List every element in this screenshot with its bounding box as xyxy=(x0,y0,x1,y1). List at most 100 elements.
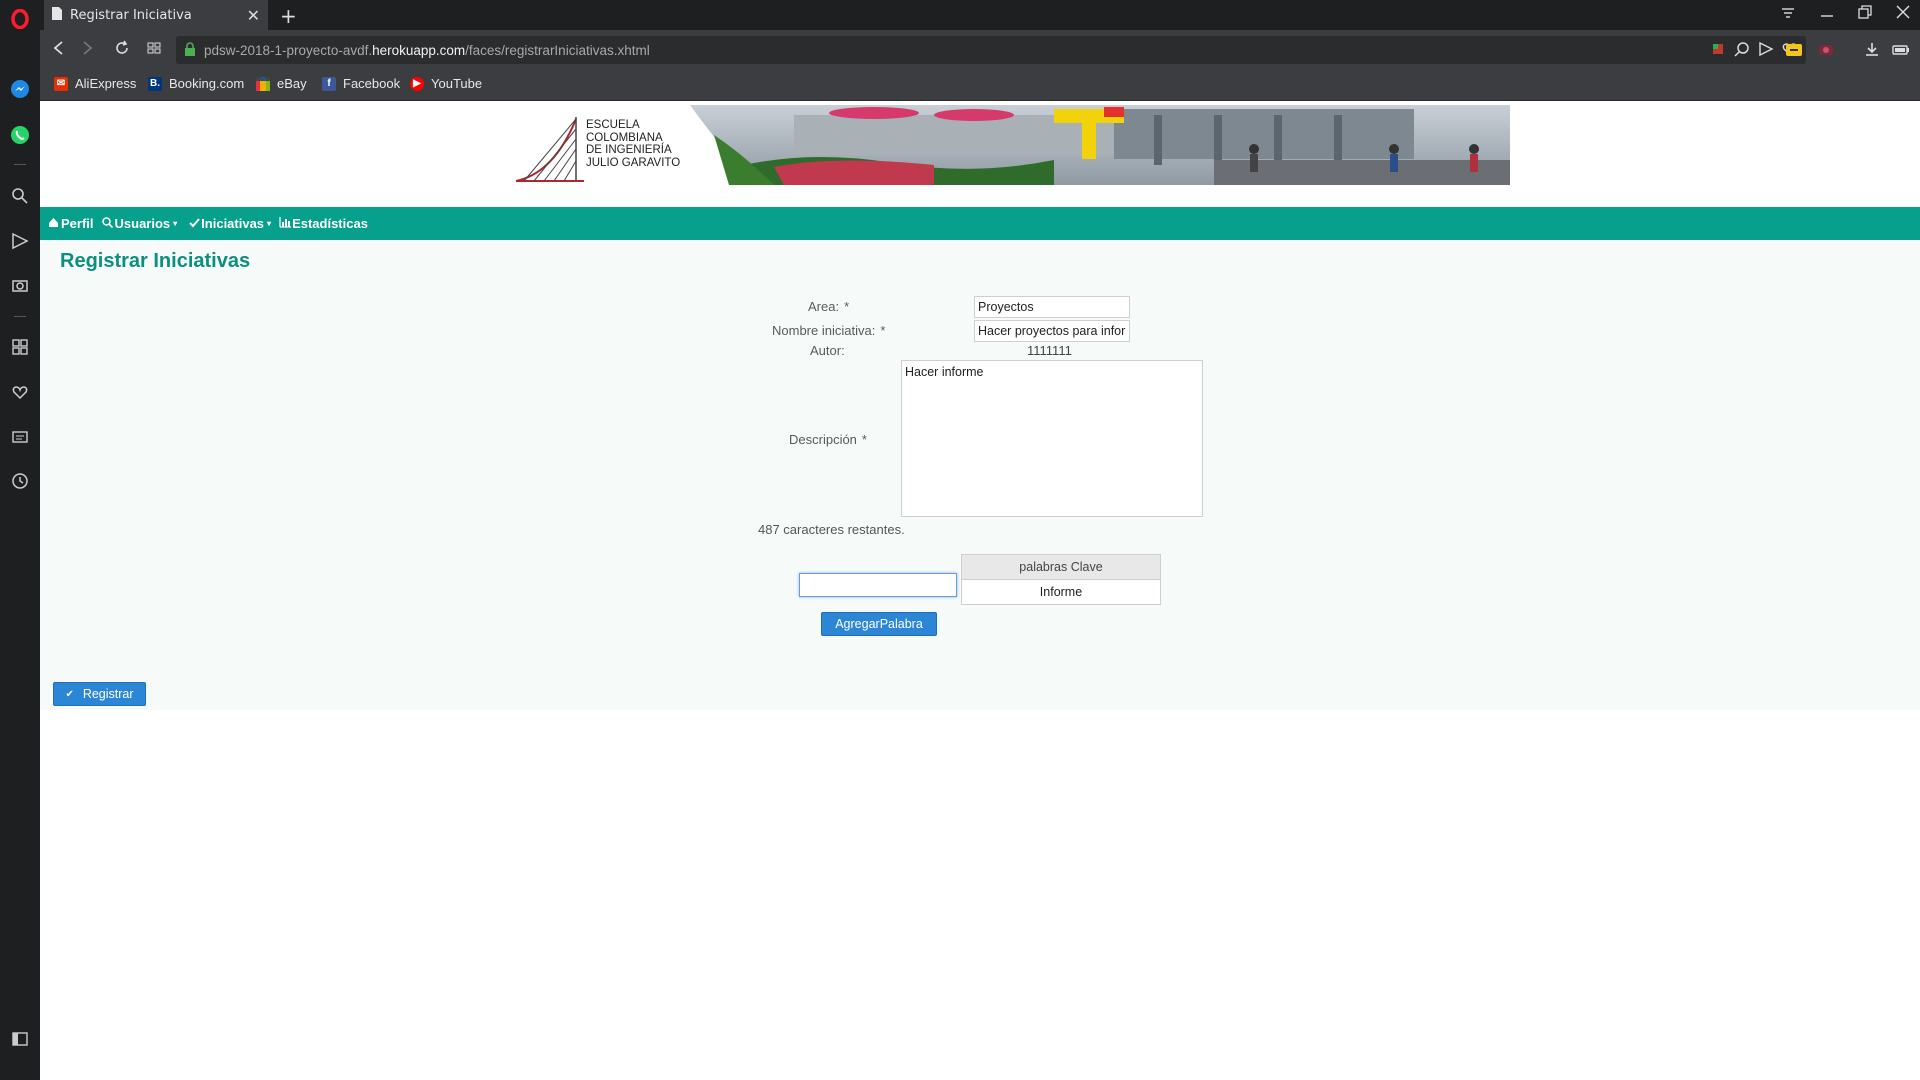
descripcion-label-text: Descripción xyxy=(789,432,857,447)
minimize-icon[interactable] xyxy=(1820,4,1834,24)
keyword-cell: Informe xyxy=(961,579,1161,605)
keywords-table: palabras Clave Informe xyxy=(961,554,1161,605)
menu-perfil[interactable]: Perfil xyxy=(48,216,94,231)
school-name-line: ESCUELA xyxy=(586,119,640,131)
header-banner: ESCUELA COLOMBIANA DE INGENIERÍA JULIO G… xyxy=(514,105,1510,185)
school-name-line: DE INGENIERÍA xyxy=(586,144,672,156)
registrar-button[interactable]: ✔ Registrar xyxy=(53,682,146,706)
nombre-iniciativa-field[interactable]: Hacer proyectos para infor xyxy=(974,320,1130,342)
camera-icon[interactable] xyxy=(9,274,31,296)
bar-chart-icon xyxy=(279,216,292,231)
menu-label: Iniciativas xyxy=(201,216,265,231)
youtube-icon: ▶ xyxy=(410,76,424,91)
required-mark: * xyxy=(880,323,886,338)
aliexpress-icon: ✉ xyxy=(54,76,68,91)
sidebar-toggle-icon[interactable] xyxy=(9,1028,31,1050)
back-icon[interactable] xyxy=(52,40,64,61)
registrar-label: Registrar xyxy=(82,687,134,701)
bookmark-label: AliExpress xyxy=(75,76,137,91)
send-icon[interactable] xyxy=(9,230,31,252)
school-name-line: COLOMBIANA xyxy=(586,131,663,144)
area-label: Area: * xyxy=(808,299,849,314)
area-field[interactable]: Proyectos xyxy=(974,296,1130,318)
form-panel: Registrar Iniciativas Area: * Proyectos N… xyxy=(40,240,1920,710)
zoom-icon[interactable] xyxy=(1734,41,1750,61)
descripcion-label: Descripción * xyxy=(789,432,867,447)
extension-icon[interactable] xyxy=(1818,42,1834,63)
document-icon xyxy=(52,6,62,24)
url-text: pdsw-2018-1-proyecto-avdf.herokuapp.com/… xyxy=(204,42,650,58)
descripcion-textarea[interactable]: Hacer informe xyxy=(901,360,1203,517)
tab-title: Registrar Iniciativa xyxy=(70,7,192,23)
news-icon[interactable] xyxy=(9,426,31,448)
bookmark-label: Facebook xyxy=(343,76,401,91)
history-icon[interactable] xyxy=(9,470,31,492)
opera-logo-icon[interactable] xyxy=(9,8,31,30)
main-menu: Perfil Usuarios ▾ Iniciativas ▾ Estadíst… xyxy=(40,207,1920,240)
tab-close-icon[interactable]: ✕ xyxy=(247,6,260,25)
ebay-icon xyxy=(256,76,270,91)
bookmarks-bar: ✉ AliExpress B. Booking.com eBay f Faceb… xyxy=(40,70,1920,101)
keywords-header: palabras Clave xyxy=(961,554,1161,580)
heart-icon[interactable] xyxy=(9,381,31,403)
menu-iniciativas[interactable]: Iniciativas ▾ xyxy=(189,216,271,231)
bookmark-youtube[interactable]: ▶ YouTube xyxy=(410,76,482,91)
address-row: pdsw-2018-1-proyecto-avdf.herokuapp.com/… xyxy=(40,30,1920,70)
school-name-line: JULIO GARAVITO xyxy=(586,156,681,169)
required-mark: * xyxy=(844,299,850,314)
send-to-flow-icon[interactable] xyxy=(1758,41,1774,61)
remaining-characters: 487 caracteres restantes. xyxy=(758,522,905,537)
nombre-label: Nombre iniciativa: * xyxy=(772,323,885,338)
school-name: ESCUELA COLOMBIANA DE INGENIERÍA JULIO G… xyxy=(586,119,680,169)
autor-value: 1111111 xyxy=(1027,343,1072,358)
menu-estadisticas[interactable]: Estadísticas xyxy=(279,216,368,231)
menu-label: Perfil xyxy=(61,216,94,231)
menu-label: Usuarios xyxy=(114,216,171,231)
search-icon[interactable] xyxy=(9,185,31,207)
restore-icon[interactable] xyxy=(1858,4,1872,23)
menu-usuarios[interactable]: Usuarios ▾ xyxy=(101,216,178,231)
home-icon xyxy=(48,216,59,231)
bookmark-label: YouTube xyxy=(431,76,483,91)
close-window-icon[interactable] xyxy=(1896,4,1910,23)
lock-icon xyxy=(184,41,196,60)
browser-sidebar xyxy=(0,0,40,1080)
web-page: ESCUELA COLOMBIANA DE INGENIERÍA JULIO G… xyxy=(40,101,1920,1080)
area-label-text: Area: xyxy=(808,299,840,314)
tab-bar: Registrar Iniciativa ✕ + xyxy=(40,0,1920,30)
cube-icon[interactable] xyxy=(1710,41,1726,61)
tabs-grid-icon[interactable] xyxy=(146,40,162,61)
messenger-icon[interactable] xyxy=(9,78,31,100)
bookmark-facebook[interactable]: f Facebook xyxy=(322,76,400,91)
chevron-down-icon: ▾ xyxy=(267,219,272,228)
ad-blocker-icon[interactable] xyxy=(1786,42,1802,63)
battery-icon[interactable] xyxy=(1892,42,1910,62)
booking-icon: B. xyxy=(148,76,162,91)
whatsapp-icon[interactable] xyxy=(9,124,31,146)
speed-dial-icon[interactable] xyxy=(9,336,31,358)
facebook-icon: f xyxy=(322,76,336,91)
forward-icon[interactable] xyxy=(82,40,94,61)
bookmark-label: Booking.com xyxy=(169,76,245,91)
tab-menu-icon[interactable] xyxy=(1780,4,1796,24)
check-icon: ✔ xyxy=(65,688,74,700)
bookmark-booking[interactable]: B. Booking.com xyxy=(148,76,244,91)
check-icon xyxy=(189,216,200,231)
download-icon[interactable] xyxy=(1864,41,1880,62)
bookmark-aliexpress[interactable]: ✉ AliExpress xyxy=(54,76,136,91)
new-tab-button[interactable]: + xyxy=(280,4,297,28)
search-icon xyxy=(101,216,113,231)
tab-registrar-iniciativa[interactable]: Registrar Iniciativa ✕ xyxy=(44,0,268,30)
add-word-button[interactable]: AgregarPalabra xyxy=(821,612,937,636)
address-bar[interactable]: pdsw-2018-1-proyecto-avdf.herokuapp.com/… xyxy=(176,36,1806,64)
page-title: Registrar Iniciativas xyxy=(60,250,251,272)
menu-label: Estadísticas xyxy=(292,216,368,231)
bookmark-ebay[interactable]: eBay xyxy=(256,76,307,91)
nombre-label-text: Nombre iniciativa: xyxy=(772,323,876,338)
reload-icon[interactable] xyxy=(114,40,130,61)
required-mark: * xyxy=(861,432,867,447)
chevron-down-icon: ▾ xyxy=(173,219,178,228)
keyword-input[interactable] xyxy=(799,573,957,597)
autor-label: Autor: xyxy=(810,343,845,358)
table-row[interactable]: Informe xyxy=(961,579,1161,605)
